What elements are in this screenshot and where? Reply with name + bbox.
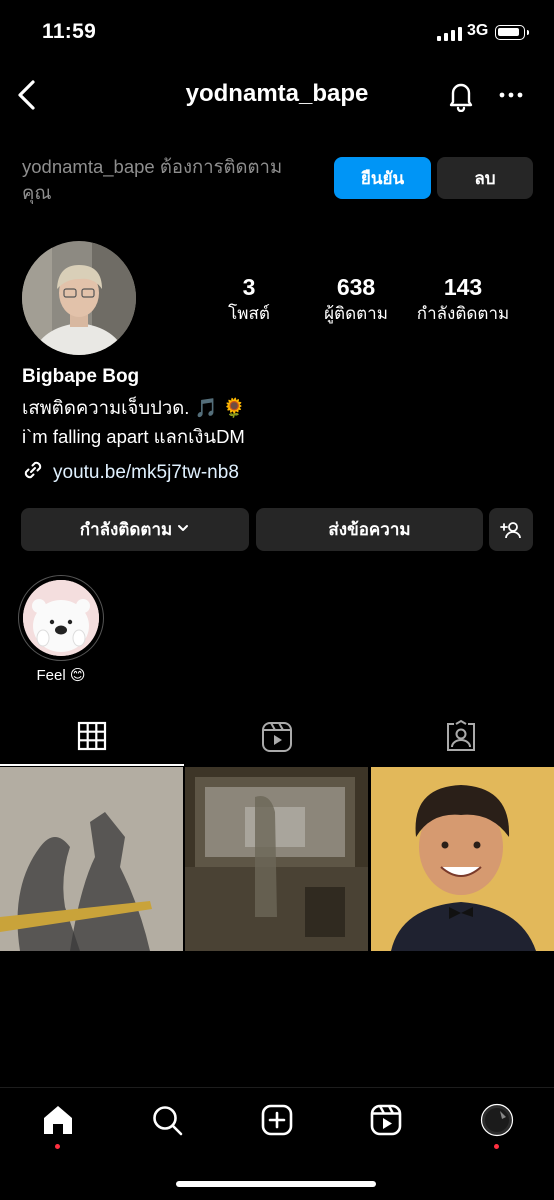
active-tab-indicator — [0, 764, 184, 766]
post-thumbnail[interactable] — [371, 767, 554, 951]
signal-icon — [437, 27, 462, 41]
battery-icon — [495, 25, 529, 40]
posts-label: โพสต์ — [228, 304, 270, 323]
reels-tab-icon[interactable] — [260, 718, 294, 754]
post-thumbnail[interactable] — [185, 767, 368, 951]
followers-label: ผู้ติดตาม — [324, 304, 388, 323]
following-label: กำลังติดตาม — [416, 304, 510, 323]
link-icon — [22, 459, 44, 487]
post-thumbnail[interactable] — [0, 767, 183, 951]
followers-stat[interactable]: 638 ผู้ติดตาม — [306, 272, 406, 325]
profile-notification-dot — [494, 1144, 499, 1149]
status-time: 11:59 — [42, 20, 97, 43]
link-text: youtu.be/mk5j7tw-nb8 — [53, 462, 239, 483]
create-icon[interactable] — [260, 1103, 294, 1137]
following-button-label: กำลังติดตาม — [79, 520, 173, 539]
following-count: 143 — [443, 274, 483, 300]
reels-icon[interactable] — [369, 1103, 403, 1137]
display-name: Bigbape Bog — [22, 366, 140, 387]
bio-line-2: i`m falling apart แลกเงินDM — [22, 426, 245, 447]
network-type: 3G — [467, 22, 489, 39]
notification-bell-icon[interactable] — [444, 78, 478, 113]
home-notification-dot — [55, 1144, 60, 1149]
bottom-nav-divider — [0, 1087, 554, 1088]
add-user-icon[interactable] — [489, 508, 533, 551]
bio-line-1: เสพติดความเจ็บปวด. 🎵 🌻 — [22, 397, 246, 418]
more-options-icon[interactable] — [496, 80, 528, 110]
tagged-icon[interactable] — [444, 718, 478, 754]
profile-avatar[interactable] — [22, 241, 136, 355]
posts-count: 3 — [242, 274, 256, 300]
profile-avatar-nav[interactable] — [480, 1103, 514, 1137]
followers-count: 638 — [336, 274, 376, 300]
grid-icon[interactable] — [75, 718, 109, 754]
home-icon[interactable] — [41, 1103, 75, 1137]
highlight-label: Feel 😊 — [36, 667, 86, 684]
profile-link[interactable]: youtu.be/mk5j7tw-nb8 — [22, 459, 239, 487]
following-stat[interactable]: 143 กำลังติดตาม — [408, 272, 518, 325]
chevron-down-icon — [176, 520, 190, 540]
highlight-cover[interactable] — [23, 580, 99, 656]
follow-request-text: yodnamta_bape ต้องการติดตามคุณ — [22, 156, 283, 203]
delete-button[interactable]: ลบ — [437, 157, 533, 199]
home-indicator — [176, 1181, 376, 1187]
search-icon[interactable] — [150, 1103, 184, 1137]
posts-stat[interactable]: 3 โพสต์ — [209, 272, 289, 325]
following-button[interactable]: กำลังติดตาม — [21, 508, 249, 551]
message-button[interactable]: ส่งข้อความ — [256, 508, 483, 551]
confirm-button[interactable]: ยืนยัน — [334, 157, 431, 199]
